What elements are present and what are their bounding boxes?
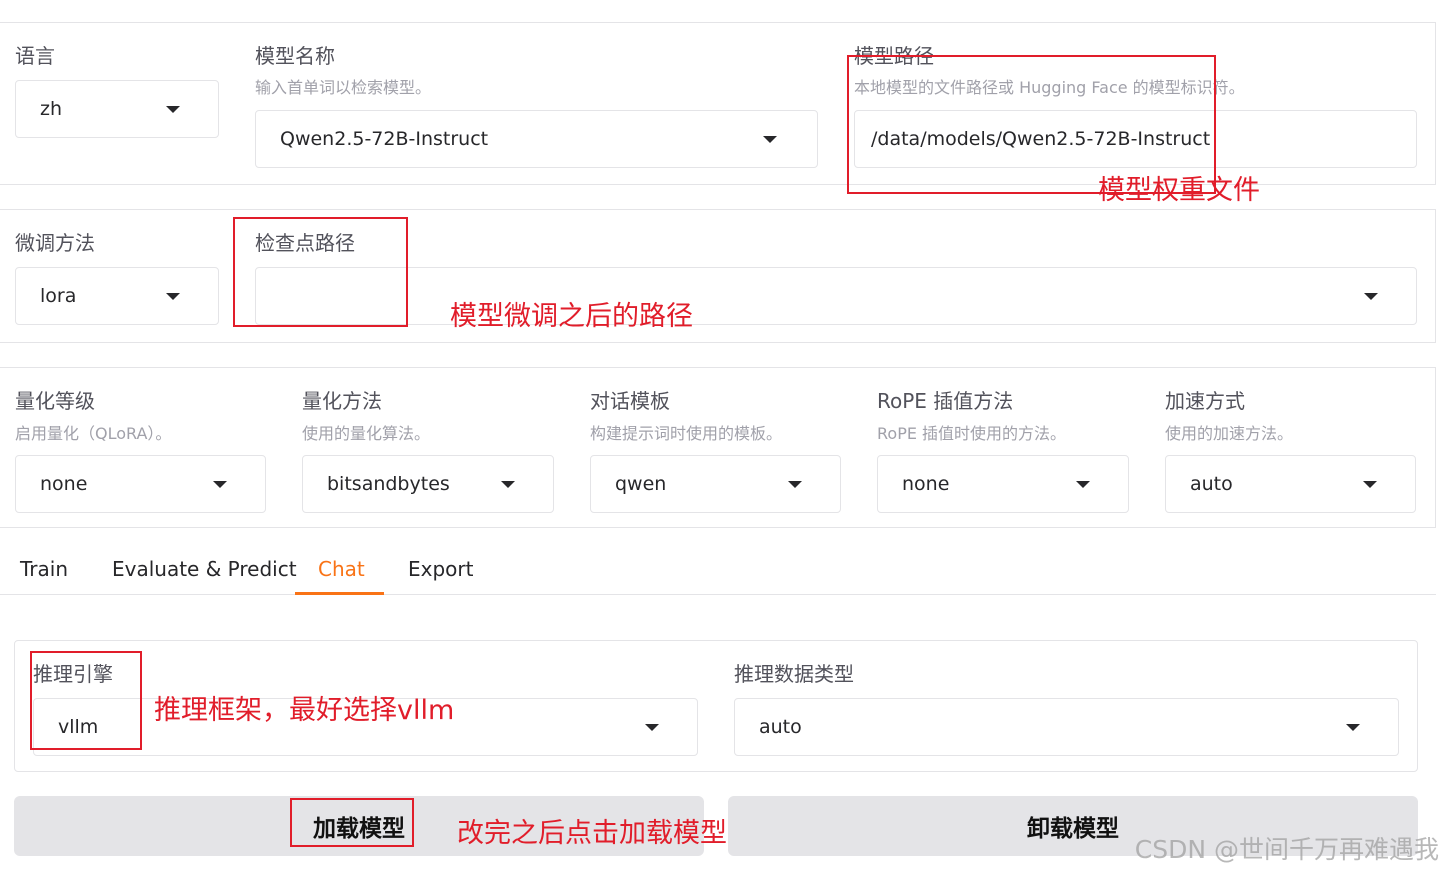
infer-dtype-dropdown[interactable]: auto	[734, 698, 1399, 756]
annotation-box-backend	[30, 651, 142, 750]
finetune-method-label: 微调方法	[15, 231, 95, 255]
tab-train[interactable]: Train	[20, 557, 68, 581]
active-tab-indicator	[295, 592, 384, 595]
infer-dtype-label: 推理数据类型	[734, 662, 854, 686]
chevron-down-icon	[763, 136, 777, 143]
checkpoint-path-dropdown[interactable]	[255, 267, 1417, 325]
model-name-dropdown[interactable]: Qwen2.5-72B-Instruct	[255, 110, 818, 168]
tab-export[interactable]: Export	[408, 557, 473, 581]
rope-scaling-value: none	[902, 473, 950, 495]
annotation-note-checkpoint: 模型微调之后的路径	[450, 301, 693, 332]
quantization-bit-value: none	[40, 473, 88, 495]
annotation-note-backend: 推理框架，最好选择vllm	[154, 695, 455, 726]
booster-info: 使用的加速方法。	[1165, 424, 1294, 443]
model-name-label: 模型名称	[255, 44, 335, 68]
template-dropdown[interactable]: qwen	[590, 455, 841, 513]
chevron-down-icon	[645, 724, 659, 731]
annotation-box-load	[290, 798, 414, 847]
watermark: CSDN @世间千万再难遇我	[1134, 835, 1439, 864]
language-dropdown[interactable]: zh	[15, 80, 219, 138]
chevron-down-icon	[166, 293, 180, 300]
quantization-method-value: bitsandbytes	[327, 473, 450, 495]
quantization-bit-info: 启用量化（QLoRA）。	[15, 424, 172, 443]
chevron-down-icon	[166, 106, 180, 113]
tab-evaluate-predict[interactable]: Evaluate & Predict	[112, 557, 297, 581]
template-value: qwen	[615, 473, 667, 495]
chevron-down-icon	[1364, 293, 1378, 300]
booster-dropdown[interactable]: auto	[1165, 455, 1416, 513]
rope-scaling-dropdown[interactable]: none	[877, 455, 1129, 513]
quantization-method-label: 量化方法	[302, 389, 382, 413]
infer-dtype-value: auto	[759, 716, 802, 738]
chevron-down-icon	[213, 481, 227, 488]
annotation-note-model-path: 模型权重文件	[1098, 175, 1260, 206]
language-value: zh	[40, 98, 63, 120]
template-label: 对话模板	[590, 389, 670, 413]
finetune-method-dropdown[interactable]: lora	[15, 267, 219, 325]
model-name-value: Qwen2.5-72B-Instruct	[280, 128, 489, 150]
rope-scaling-label: RoPE 插值方法	[877, 389, 1014, 413]
annotation-note-load: 改完之后点击加载模型	[457, 818, 727, 849]
chevron-down-icon	[1346, 724, 1360, 731]
model-name-info: 输入首单词以检索模型。	[255, 78, 432, 97]
language-label: 语言	[15, 44, 55, 68]
quantization-bit-dropdown[interactable]: none	[15, 455, 266, 513]
tab-bar-divider	[0, 594, 1436, 595]
booster-value: auto	[1190, 473, 1233, 495]
chevron-down-icon	[501, 481, 515, 488]
quantization-method-dropdown[interactable]: bitsandbytes	[302, 455, 554, 513]
finetune-method-value: lora	[40, 285, 77, 307]
rope-scaling-info: RoPE 插值时使用的方法。	[877, 424, 1067, 443]
chevron-down-icon	[1363, 481, 1377, 488]
quantization-method-info: 使用的量化算法。	[302, 424, 431, 443]
tab-chat[interactable]: Chat	[318, 557, 365, 581]
annotation-box-checkpoint	[233, 217, 408, 327]
quantization-bit-label: 量化等级	[15, 389, 95, 413]
booster-label: 加速方式	[1165, 389, 1245, 413]
chevron-down-icon	[788, 481, 802, 488]
chevron-down-icon	[1076, 481, 1090, 488]
template-info: 构建提示词时使用的模板。	[590, 424, 783, 443]
